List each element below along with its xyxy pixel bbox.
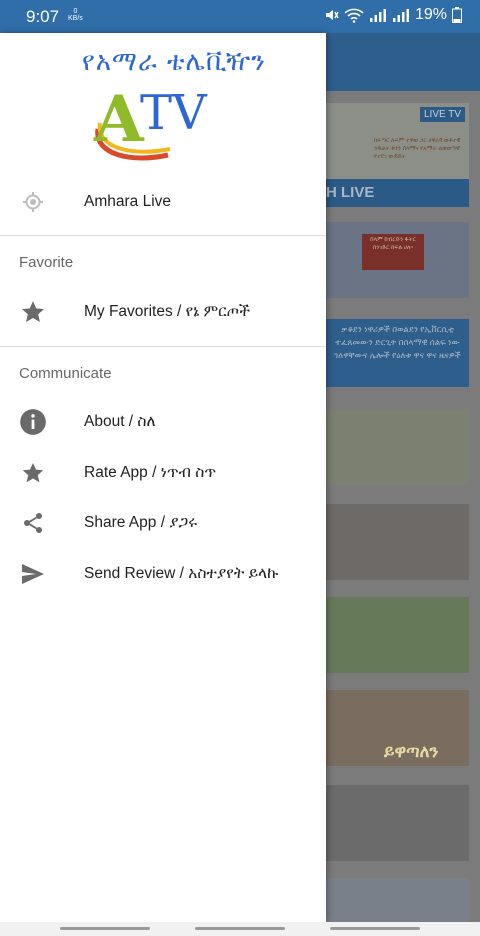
menu-item-share-app[interactable]: Share App / ያጋሩ [0, 498, 326, 548]
background-news-card[interactable]: ሰላም ከብርድን ፋትር በንገድር ከፍል ሀለ፡፡ [326, 222, 469, 298]
status-time: 9:07 [26, 7, 60, 26]
wifi-icon [344, 8, 364, 23]
background-card-caption: ሰላም ከብርድን ፋትር በንገድር ከፍል ሀለ፡፡ [362, 234, 424, 270]
menu-item-label: Send Review / አስተያየት ይላኩ [84, 565, 279, 582]
menu-item-about[interactable]: About / ስለ [0, 397, 326, 447]
share-icon [18, 508, 48, 538]
send-icon [18, 559, 48, 589]
star-icon [18, 297, 48, 327]
location-target-icon [18, 187, 48, 217]
background-news-card[interactable] [326, 878, 469, 923]
network-speed-unit: KB/s [68, 15, 83, 22]
menu-divider [0, 235, 326, 236]
logo-letters-tv: TV [140, 85, 208, 141]
menu-item-rate-app[interactable]: Rate App / ነጥብ ስጥ [0, 448, 326, 498]
menu-item-label: Amhara Live [84, 193, 172, 210]
background-app: LIVE TV ከፍጣር ለፍም ተዋወ ጋር ሀዋሪዳ ወቶተዊ ንዱልና ቶ… [326, 33, 480, 923]
signal-icon-sim1 [369, 9, 386, 22]
menu-item-my-favorites[interactable]: My Favorites / የኔ ምርጦች [0, 287, 326, 337]
battery-icon [452, 7, 462, 23]
background-live-label: H LIVE [326, 179, 469, 207]
logo-amharic-text: የአማራ ቴሌቪዥን [82, 47, 266, 77]
navigation-drawer: የአማራ ቴሌቪዥን A TV Amhara Live Favorite My … [0, 33, 326, 922]
background-text-card[interactable]: ቃቆደን ነዋሪዎች በወልደን የኢቨርሲቲ ተፈጸመውን ድርጊት በሰላማ… [326, 319, 469, 387]
atv-logo: A TV [93, 85, 208, 161]
section-title-communicate: Communicate [19, 365, 112, 382]
nav-back-button[interactable] [330, 927, 420, 930]
menu-item-label: Rate App / ነጥብ ስጥ [84, 464, 217, 481]
star-icon [18, 458, 48, 488]
background-news-card[interactable] [326, 504, 469, 580]
network-speed: 0 KB/s [68, 8, 83, 22]
menu-item-label: Share App / ያጋሩ [84, 514, 198, 531]
battery-percent: 19% [414, 6, 447, 23]
network-speed-value: 0 [73, 8, 78, 15]
live-tv-badge: LIVE TV [420, 107, 466, 122]
signal-icon-sim2 [392, 9, 409, 22]
logo-letter-a: A [93, 85, 145, 157]
background-toolbar [326, 33, 480, 91]
section-title-favorite: Favorite [19, 254, 74, 271]
nav-recent-button[interactable] [60, 927, 150, 930]
background-news-card[interactable] [326, 597, 469, 673]
background-news-card[interactable]: ይዋጣለን [326, 690, 469, 766]
nav-home-button[interactable] [195, 927, 285, 930]
menu-divider [0, 346, 326, 347]
menu-item-send-review[interactable]: Send Review / አስተያየት ይላኩ [0, 549, 326, 599]
background-card-text: ከፍጣር ለፍም ተዋወ ጋር ሀዋሪዳ ወቶተዊ ንዱልና ቶንን ሰላማና … [374, 138, 461, 160]
info-icon [18, 407, 48, 437]
status-icons: 19% [323, 6, 462, 24]
drawer-header: የአማራ ቴሌቪዥን A TV [0, 33, 326, 168]
poster-title: ይዋጣለን [384, 742, 439, 761]
system-navigation-bar [0, 922, 480, 936]
menu-item-label: About / ስለ [84, 413, 156, 430]
mute-icon [325, 10, 339, 20]
status-bar: 9:07 0 KB/s 19% [0, 0, 480, 33]
background-news-card[interactable] [326, 785, 469, 861]
menu-item-amhara-live[interactable]: Amhara Live [0, 177, 326, 227]
background-news-card[interactable] [326, 409, 469, 485]
background-news-card[interactable]: LIVE TV ከፍጣር ለፍም ተዋወ ጋር ሀዋሪዳ ወቶተዊ ንዱልና ቶ… [326, 103, 469, 179]
menu-item-label: My Favorites / የኔ ምርጦች [84, 303, 251, 320]
